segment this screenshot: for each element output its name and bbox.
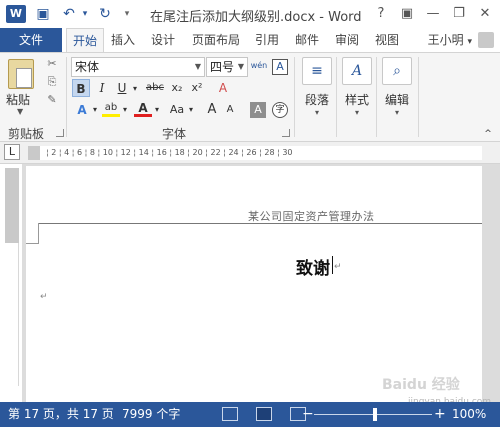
underline-button[interactable]: U	[114, 79, 130, 97]
tab-home[interactable]: 开始	[66, 28, 104, 53]
ribbon: 粘贴 ▼ ✂ ⎘ ✎ 剪贴板 宋体 ▼ 四号 ▼ wén A B I U ▾ a…	[0, 52, 500, 142]
ruler-margin	[28, 146, 40, 160]
undo-dropdown-icon[interactable]: ▾	[76, 6, 94, 22]
highlight-icon[interactable]: ab	[102, 99, 120, 117]
character-border-icon[interactable]: A	[272, 59, 288, 75]
paragraph-mark: ↵	[334, 262, 342, 272]
vertical-ruler[interactable]	[5, 168, 19, 386]
redo-icon[interactable]: ↻	[96, 6, 114, 22]
read-mode-icon[interactable]	[222, 407, 238, 421]
ruler-marks: ¦ 2 ¦ 4 ¦ 6 ¦ 8 ¦ 10 ¦ 12 ¦ 14 ¦ 16 ¦ 18…	[46, 148, 293, 157]
header-text[interactable]: 某公司固定资产管理办法	[248, 208, 375, 224]
title-bar: W ▣ ↶ ▾ ↻ ▾ 在尾注后添加大纲级别.docx - Word ? ▣ —…	[0, 0, 500, 28]
highlight-dropdown-icon[interactable]: ▾	[120, 101, 130, 119]
cut-icon[interactable]: ✂	[44, 57, 60, 71]
heading-text[interactable]: 致谢	[296, 254, 330, 279]
tab-references[interactable]: 引用	[250, 28, 284, 52]
ribbon-tabs: 文件 开始 插入 设计 页面布局 引用 邮件 审阅 视图 王小明 ▾	[0, 28, 500, 53]
vertical-ruler-margin	[5, 168, 19, 243]
format-painter-icon[interactable]: ✎	[44, 93, 60, 107]
collapse-ribbon-icon[interactable]: ^	[482, 125, 494, 143]
clipboard-launcher-icon[interactable]	[56, 129, 64, 137]
strikethrough-button[interactable]: abc	[144, 79, 166, 97]
paragraph-icon: ≡	[302, 57, 332, 85]
phonetic-guide-icon[interactable]: wén	[250, 57, 268, 75]
clear-formatting-icon[interactable]: A	[214, 79, 232, 97]
tab-selector-icon[interactable]: L	[4, 144, 20, 160]
binoculars-icon: ⌕	[382, 57, 412, 85]
ribbon-display-icon[interactable]: ▣	[396, 5, 418, 23]
font-size-dropdown-icon: ▼	[237, 62, 244, 71]
avatar[interactable]	[478, 32, 494, 48]
zoom-in-button[interactable]: +	[434, 402, 446, 427]
shrink-font-icon[interactable]: A	[222, 101, 238, 119]
zoom-out-button[interactable]: −	[302, 402, 314, 427]
tab-layout[interactable]: 页面布局	[188, 28, 244, 52]
zoom-level[interactable]: 100%	[452, 402, 486, 427]
minimize-icon[interactable]: —	[422, 5, 444, 23]
superscript-button[interactable]: x²	[188, 79, 206, 97]
crop-mark	[38, 223, 39, 243]
user-account[interactable]: 王小明 ▾	[428, 28, 472, 52]
font-size-select[interactable]: 四号 ▼	[206, 57, 248, 77]
text-effects-dropdown-icon[interactable]: ▾	[90, 101, 100, 119]
close-icon[interactable]: ✕	[474, 5, 496, 23]
font-size-value: 四号	[210, 60, 235, 74]
tab-insert[interactable]: 插入	[106, 28, 140, 52]
window-title: 在尾注后添加大纲级别.docx - Word	[150, 10, 362, 25]
bold-button[interactable]: B	[72, 79, 90, 97]
grow-font-icon[interactable]: A	[204, 101, 220, 119]
paste-label: 粘贴	[6, 93, 31, 107]
crop-mark	[26, 243, 39, 244]
save-icon[interactable]: ▣	[34, 6, 52, 22]
paste-icon	[8, 59, 34, 89]
styles-icon: A	[342, 57, 372, 85]
enclose-characters-icon[interactable]: 字	[272, 102, 288, 118]
character-shading-icon[interactable]: A	[250, 102, 266, 118]
ruler-row: L ¦ 2 ¦ 4 ¦ 6 ¦ 8 ¦ 10 ¦ 12 ¦ 14 ¦ 16 ¦ …	[0, 142, 500, 164]
tab-view[interactable]: 视图	[370, 28, 404, 52]
tab-design[interactable]: 设计	[146, 28, 180, 52]
copy-icon[interactable]: ⎘	[44, 75, 60, 89]
italic-button[interactable]: I	[94, 79, 110, 97]
editing-dropdown-icon: ▾	[394, 108, 399, 117]
font-color-dropdown-icon[interactable]: ▾	[152, 101, 162, 119]
subscript-button[interactable]: x₂	[168, 79, 186, 97]
tab-mailings[interactable]: 邮件	[290, 28, 324, 52]
underline-dropdown-icon[interactable]: ▾	[130, 80, 140, 98]
customize-qat-icon[interactable]: ▾	[118, 6, 136, 22]
font-color-icon[interactable]: A	[134, 99, 152, 117]
font-name-dropdown-icon: ▼	[194, 62, 201, 71]
group-separator	[66, 57, 67, 137]
change-case-dropdown-icon[interactable]: ▾	[186, 101, 196, 119]
tab-file[interactable]: 文件	[0, 28, 62, 52]
zoom-slider-thumb[interactable]	[373, 408, 377, 421]
text-cursor	[332, 256, 333, 274]
print-layout-icon[interactable]	[256, 407, 272, 421]
user-dropdown-icon: ▾	[467, 37, 472, 47]
editing-label: 编辑	[384, 93, 409, 107]
word-count[interactable]: 7999 个字	[122, 402, 180, 427]
font-name-select[interactable]: 宋体 ▼	[71, 57, 205, 77]
editing-button[interactable]: ⌕ 编辑 ▾	[374, 57, 420, 123]
word-logo-icon: W	[6, 5, 26, 23]
change-case-icon[interactable]: Aa	[166, 101, 188, 119]
clipboard-group-label: 剪贴板	[8, 127, 45, 141]
tab-review[interactable]: 审阅	[330, 28, 364, 52]
user-name: 王小明	[427, 33, 464, 47]
help-icon[interactable]: ?	[370, 5, 392, 23]
paste-dropdown-icon: ▼	[17, 107, 24, 116]
horizontal-ruler[interactable]: ¦ 2 ¦ 4 ¦ 6 ¦ 8 ¦ 10 ¦ 12 ¦ 14 ¦ 16 ¦ 18…	[28, 146, 482, 160]
font-group-label: 字体	[162, 127, 187, 141]
text-effects-icon[interactable]: A	[74, 101, 90, 119]
page[interactable]	[26, 166, 482, 402]
restore-icon[interactable]: ❐	[448, 5, 470, 23]
paragraph-mark: ↵	[40, 292, 48, 302]
font-launcher-icon[interactable]	[282, 129, 290, 137]
header-line	[38, 223, 482, 224]
font-name-value: 宋体	[75, 60, 100, 74]
status-bar: 第 17 页，共 17 页 7999 个字 − + 100%	[0, 402, 500, 427]
page-count[interactable]: 第 17 页，共 17 页	[8, 402, 114, 427]
group-separator	[418, 57, 419, 137]
